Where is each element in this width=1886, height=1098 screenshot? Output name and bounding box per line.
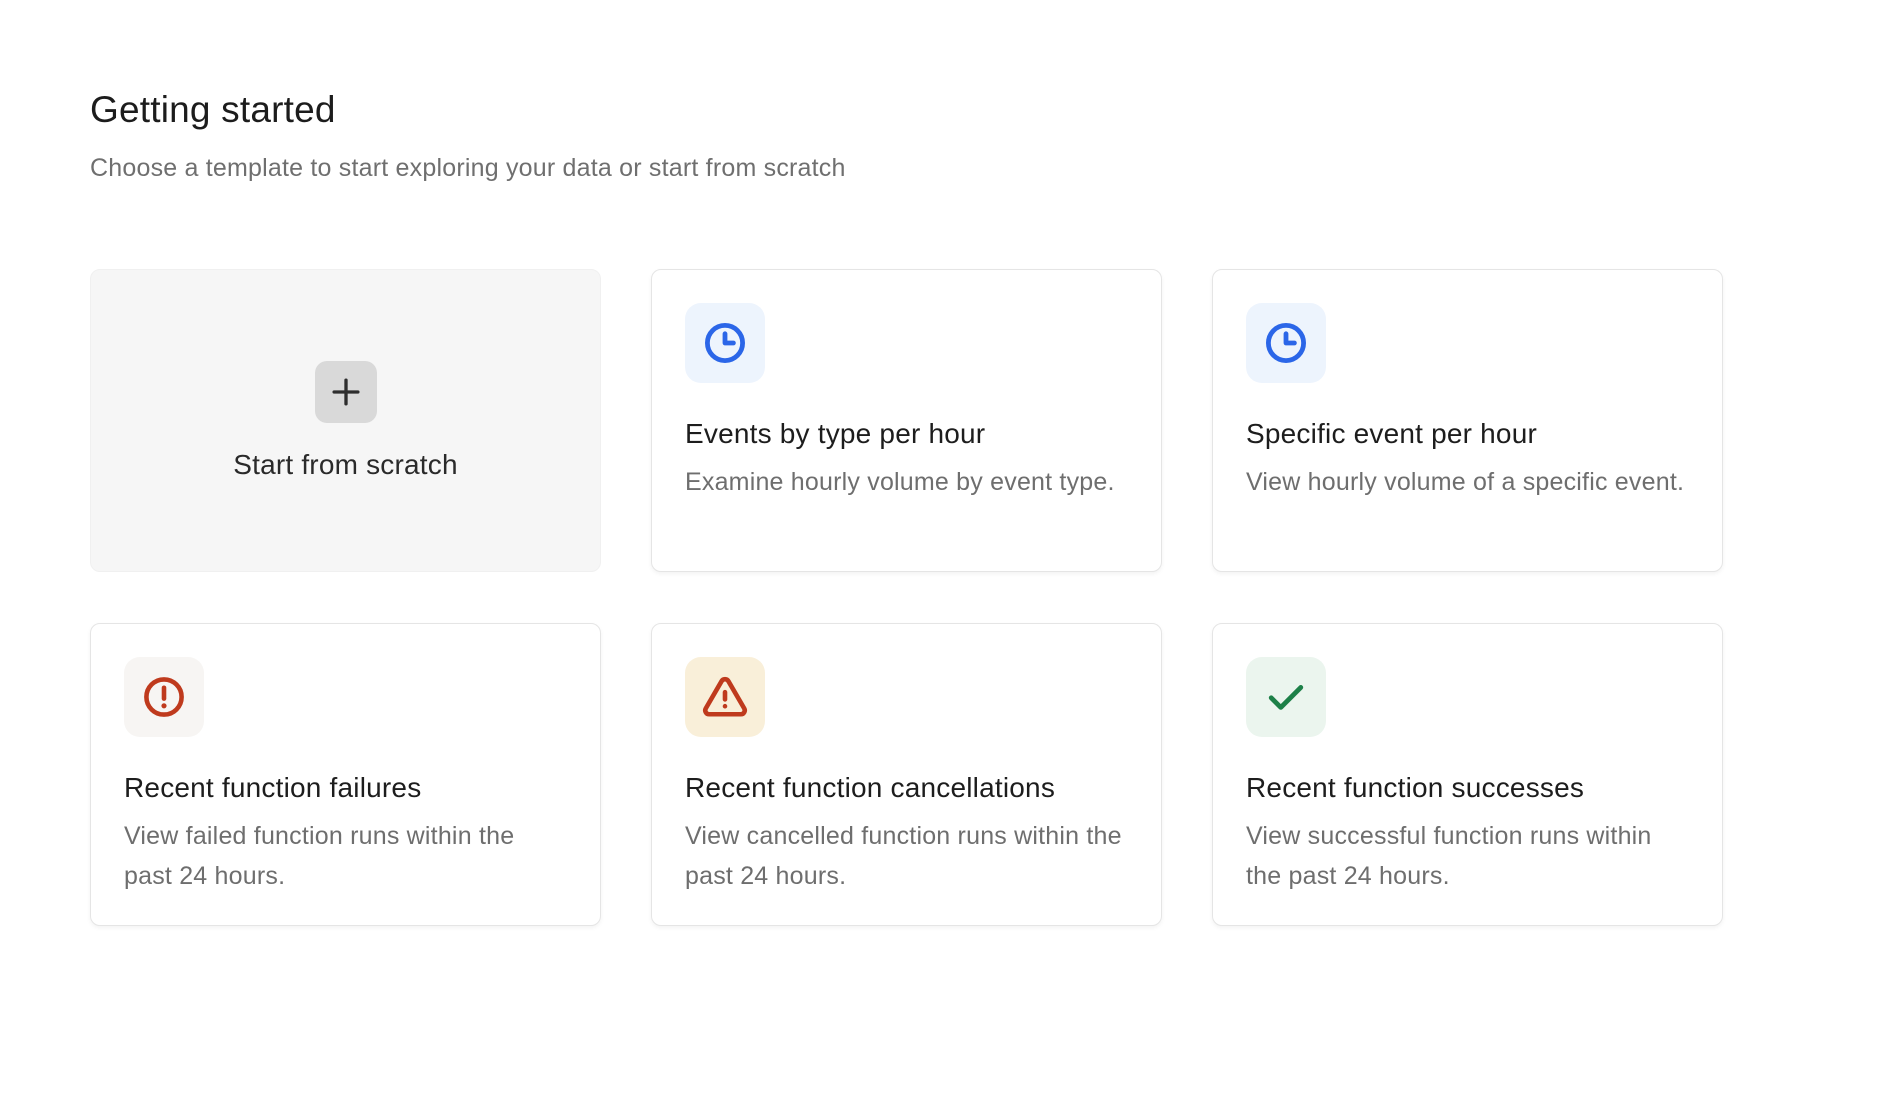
start-from-scratch-label: Start from scratch	[233, 449, 458, 481]
card-description: Examine hourly volume by event type.	[685, 463, 1128, 503]
alert-circle-icon	[124, 657, 204, 737]
card-start-from-scratch[interactable]: Start from scratch	[90, 269, 601, 572]
plus-icon	[315, 361, 377, 423]
warning-triangle-icon	[685, 657, 765, 737]
card-description: View cancelled function runs within the …	[685, 817, 1128, 896]
clock-icon	[1246, 303, 1326, 383]
card-title: Recent function successes	[1246, 772, 1689, 804]
card-title: Recent function failures	[124, 772, 567, 804]
getting-started-page: Getting started Choose a template to sta…	[0, 0, 1886, 926]
page-subtitle: Choose a template to start exploring you…	[90, 154, 1886, 183]
clock-icon	[685, 303, 765, 383]
card-description: View successful function runs within the…	[1246, 817, 1689, 896]
card-recent-function-cancellations[interactable]: Recent function cancellations View cance…	[651, 623, 1162, 926]
card-description: View failed function runs within the pas…	[124, 817, 567, 896]
card-description: View hourly volume of a specific event.	[1246, 463, 1689, 503]
card-specific-event-per-hour[interactable]: Specific event per hour View hourly volu…	[1212, 269, 1723, 572]
card-recent-function-successes[interactable]: Recent function successes View successfu…	[1212, 623, 1723, 926]
template-card-grid: Start from scratch Events by type per ho…	[90, 269, 1886, 926]
card-title: Recent function cancellations	[685, 772, 1128, 804]
page-title: Getting started	[90, 88, 1886, 132]
card-events-by-type-per-hour[interactable]: Events by type per hour Examine hourly v…	[651, 269, 1162, 572]
check-icon	[1246, 657, 1326, 737]
card-recent-function-failures[interactable]: Recent function failures View failed fun…	[90, 623, 601, 926]
card-title: Specific event per hour	[1246, 418, 1689, 450]
card-title: Events by type per hour	[685, 418, 1128, 450]
